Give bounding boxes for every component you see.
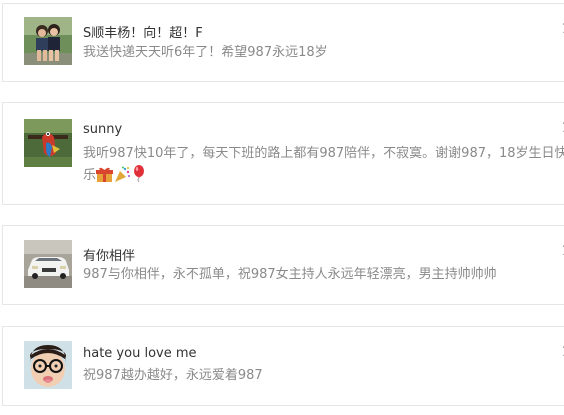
comment-username[interactable]: sunny bbox=[83, 122, 122, 137]
avatar-white-car-image bbox=[24, 240, 72, 288]
avatar-kid-glasses-image bbox=[24, 341, 72, 389]
comment-text: 987与你相伴，永不孤单，祝987女主持人永远年轻漂亮，男主持帅帅帅 bbox=[83, 267, 497, 282]
comment-card: 有你相伴 987与你相伴，永不孤单，祝987女主持人永远年轻漂亮，男主持帅帅帅 … bbox=[2, 225, 564, 305]
comment-text: 我送快递天天听6年了！希望987永远18岁 bbox=[83, 45, 328, 60]
gift-icon bbox=[96, 166, 114, 191]
comment-username[interactable]: S顺丰杨！向！超！F bbox=[83, 22, 203, 41]
comment-username[interactable]: 有你相伴 bbox=[83, 245, 135, 264]
avatar[interactable] bbox=[24, 240, 72, 288]
comment-card: S顺丰杨！向！超！F 我送快递天天听6年了！希望987永远18岁 1 bbox=[2, 3, 564, 82]
comment-card: hate you love me 祝987越办越好，永远爱着987 1 bbox=[2, 326, 564, 406]
comment-card: sunny 我听987快10年了，每天下班的路上都有987陪伴，不寂寞。谢谢98… bbox=[2, 102, 564, 205]
avatar-two-girls-image bbox=[24, 17, 72, 65]
balloon-icon bbox=[132, 165, 146, 191]
avatar[interactable] bbox=[24, 119, 72, 167]
avatar[interactable] bbox=[24, 17, 72, 65]
comment-feed: S顺丰杨！向！超！F 我送快递天天听6年了！希望987永远18岁 1 sunny… bbox=[0, 0, 564, 415]
party-popper-icon bbox=[114, 166, 131, 191]
comment-text-body: 我听987快10年了，每天下班的路上都有987陪伴，不寂寞。谢谢987，18岁生… bbox=[83, 146, 564, 183]
comment-text: 祝987越办越好，永远爱着987 bbox=[83, 368, 263, 383]
comment-text: 我听987快10年了，每天下班的路上都有987陪伴，不寂寞。谢谢987，18岁生… bbox=[83, 143, 564, 191]
comment-username[interactable]: hate you love me bbox=[83, 346, 197, 361]
avatar-parrot-image bbox=[24, 119, 72, 167]
avatar[interactable] bbox=[24, 341, 72, 389]
